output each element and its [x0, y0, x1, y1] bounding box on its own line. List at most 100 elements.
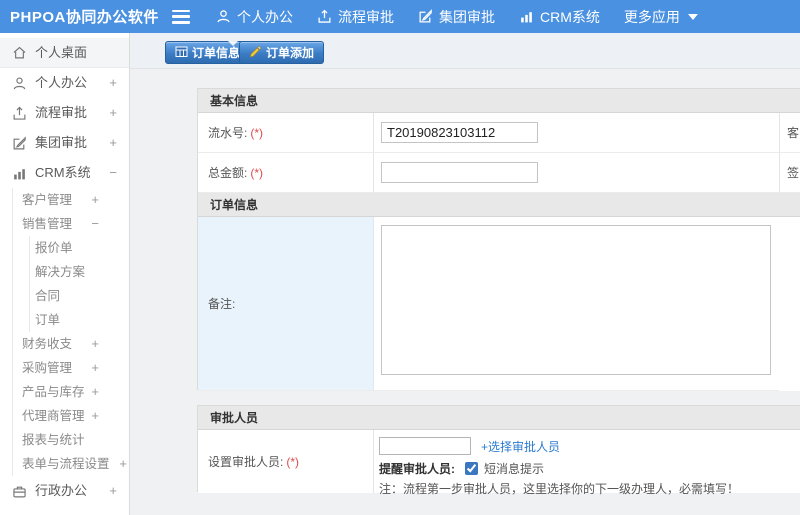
edit-icon	[418, 9, 433, 24]
sidebar-item-workflow-approval[interactable]: 流程审批 +	[0, 98, 129, 128]
form-row-amount: 总金额: (*) 签	[198, 153, 800, 193]
tab-strip: 订单信息 订单添加	[130, 33, 800, 69]
section-header-basic-info: 基本信息	[198, 89, 800, 113]
expand-toggle[interactable]: +	[109, 98, 117, 128]
clipped-right-label: 签	[779, 153, 800, 193]
sidebar-item-label: 个人办公	[35, 75, 88, 90]
approver-note: 注：流程第一步审批人员，这里选择你的下一级办理人，必需填写！	[379, 482, 740, 496]
expand-toggle[interactable]: +	[109, 128, 117, 158]
tab-order-add[interactable]: 订单添加	[239, 41, 325, 64]
approver-label: 设置审批人员: (*)	[198, 430, 374, 493]
required-mark: (*)	[250, 125, 264, 140]
app-window: PHPOA协同办公软件 个人办公 流程审批 集团审批 CRM系统 更多应用 个人…	[0, 0, 800, 515]
serial-input[interactable]	[381, 122, 538, 143]
sidebar-item-customer-management[interactable]: 客户管理 +	[13, 188, 129, 212]
sidebar-item-label: 合同	[35, 289, 61, 303]
remark-textarea-cell	[374, 217, 779, 391]
sidebar-item-label: 订单	[35, 313, 61, 327]
bar-chart-icon	[12, 166, 27, 181]
nav-label: CRM系统	[540, 8, 600, 25]
expand-toggle[interactable]: +	[109, 476, 117, 506]
expand-toggle[interactable]: +	[91, 356, 99, 380]
main-content: 订单信息 订单添加 基本信息 流水号: (*) T20190823103112 …	[130, 33, 800, 515]
upload-icon	[12, 106, 27, 121]
sidebar-item-label: 报价单	[35, 241, 73, 255]
nav-more-apps[interactable]: 更多应用	[624, 7, 698, 27]
pencil-add-icon	[249, 45, 262, 61]
expand-toggle[interactable]: +	[91, 188, 99, 212]
sidebar-item-label: 采购管理	[22, 361, 73, 375]
nav-label: 流程审批	[338, 8, 394, 25]
user-icon	[12, 76, 27, 91]
remark-textarea[interactable]	[381, 225, 771, 375]
required-mark: (*)	[286, 454, 300, 469]
sidebar-item-label: 解决方案	[35, 265, 86, 279]
grid-icon	[175, 45, 188, 61]
nav-group-approval[interactable]: 集团审批	[418, 7, 495, 27]
sidebar-item-order[interactable]: 订单	[30, 308, 129, 332]
form-row-serial: 流水号: (*) 客	[198, 113, 800, 153]
sidebar-item-label: 集团审批	[35, 135, 88, 150]
hamburger-menu-icon[interactable]	[172, 9, 190, 24]
expand-toggle[interactable]: +	[91, 332, 99, 356]
required-mark: (*)	[250, 165, 264, 180]
sidebar-item-label: 代理商管理	[22, 409, 85, 423]
sidebar-item-label: 客户管理	[22, 193, 73, 207]
crm-submenu: 客户管理 + 销售管理 − 报价单 解决方案 合同 订单 财务收支 + 采购管理…	[12, 188, 129, 476]
sidebar-item-sales-management[interactable]: 销售管理 −	[13, 212, 129, 236]
sidebar-item-form-workflow-settings[interactable]: 表单与流程设置 +	[13, 452, 129, 476]
sidebar-item-purchase-management[interactable]: 采购管理 +	[13, 356, 129, 380]
tab-label: 订单信息	[192, 46, 241, 60]
expand-toggle[interactable]: +	[109, 68, 117, 98]
expand-toggle[interactable]: +	[91, 380, 99, 404]
sms-notify-checkbox[interactable]	[465, 462, 478, 475]
nav-workflow-approval[interactable]: 流程审批	[317, 7, 394, 27]
sidebar-item-label: 财务收支	[22, 337, 73, 351]
sidebar-item-label: CRM系统	[35, 165, 91, 180]
collapse-toggle[interactable]: −	[91, 212, 99, 236]
nav-label: 个人办公	[237, 8, 293, 25]
sidebar-item-crm-system[interactable]: CRM系统 −	[0, 158, 129, 188]
sidebar-item-quotation[interactable]: 报价单	[30, 236, 129, 260]
sidebar-item-label: 个人桌面	[35, 44, 88, 60]
nav-crm-system[interactable]: CRM系统	[519, 7, 600, 27]
sidebar-item-product-inventory[interactable]: 产品与库存 +	[13, 380, 129, 404]
home-icon	[12, 45, 27, 60]
approver-content-cell: +选择审批人员 提醒审批人员: 短消息提示 注：流程第一步审批人员，这里选择你的…	[374, 430, 800, 496]
order-form-panel: 基本信息 流水号: (*) 客 总金额: (*) 签	[197, 88, 800, 391]
sidebar-item-agent-management[interactable]: 代理商管理 +	[13, 404, 129, 428]
nav-label: 更多应用	[623, 8, 680, 25]
sidebar-item-group-approval[interactable]: 集团审批 +	[0, 128, 129, 158]
sidebar-item-label: 报表与统计	[22, 433, 85, 447]
amount-label: 总金额: (*)	[198, 153, 374, 193]
app-title: PHPOA协同办公软件	[10, 9, 159, 26]
sidebar-item-admin-office[interactable]: 行政办公 +	[0, 476, 129, 506]
sidebar-item-label: 销售管理	[22, 217, 73, 231]
upload-icon	[317, 9, 332, 24]
approver-input[interactable]	[379, 437, 471, 455]
amount-input-cell	[374, 153, 779, 193]
section-header-approver: 审批人员	[198, 406, 800, 430]
bar-chart-icon	[519, 9, 534, 24]
sidebar-item-finance[interactable]: 财务收支 +	[13, 332, 129, 356]
tab-notch	[228, 41, 238, 46]
expand-toggle[interactable]: +	[119, 452, 127, 476]
select-approver-link[interactable]: +选择审批人员	[481, 438, 560, 455]
sidebar-item-solution[interactable]: 解决方案	[30, 260, 129, 284]
nav-personal-office[interactable]: 个人办公	[216, 7, 293, 27]
briefcase-icon	[12, 484, 27, 499]
sidebar-item-personal-office[interactable]: 个人办公 +	[0, 68, 129, 98]
user-icon	[216, 9, 231, 24]
sidebar-item-reports-statistics[interactable]: 报表与统计	[13, 428, 129, 452]
edit-icon	[12, 135, 27, 151]
amount-input[interactable]	[381, 162, 538, 183]
serial-input-cell	[374, 113, 779, 153]
section-header-order-info: 订单信息	[198, 193, 800, 217]
sidebar: 个人桌面 个人办公 + 流程审批 + 集团审批 + CRM系统 − 客户管理 +…	[0, 33, 130, 515]
expand-toggle[interactable]: +	[91, 404, 99, 428]
collapse-toggle[interactable]: −	[109, 158, 117, 188]
tab-label: 订单添加	[266, 46, 315, 60]
sidebar-item-contract[interactable]: 合同	[30, 284, 129, 308]
sidebar-item-personal-desktop[interactable]: 个人桌面	[0, 38, 129, 68]
serial-label: 流水号: (*)	[198, 113, 374, 153]
